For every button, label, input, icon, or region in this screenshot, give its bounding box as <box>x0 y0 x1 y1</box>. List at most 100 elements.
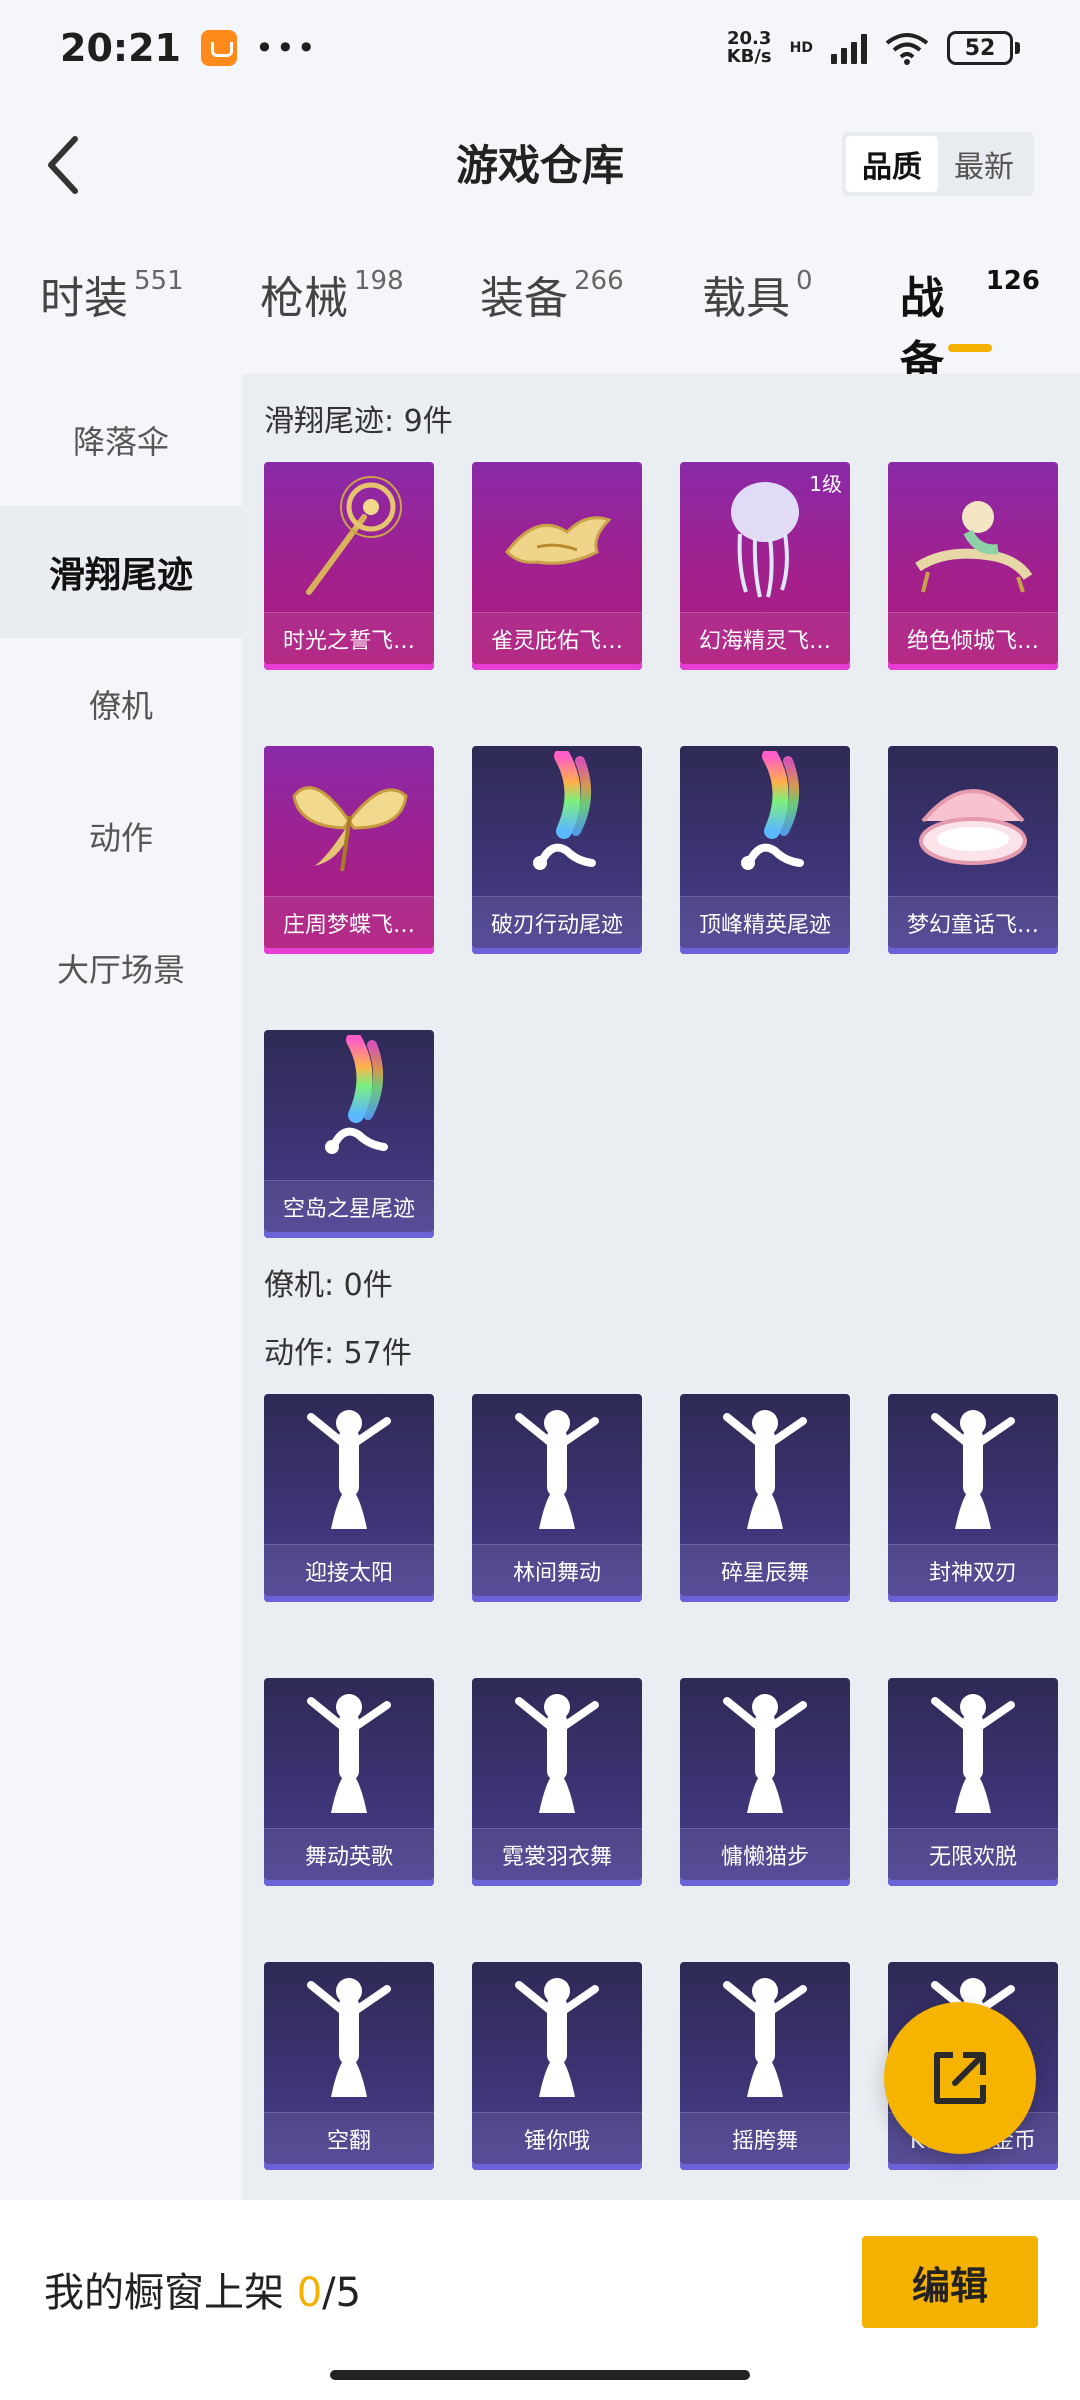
showcase-status: 我的橱窗上架 0/5 <box>44 2260 361 2318</box>
showcase-count: 0 <box>296 2270 323 2316</box>
item-card[interactable]: 雀灵庇佑飞… <box>472 462 642 670</box>
item-name: 摇胯舞 <box>680 2112 850 2164</box>
item-card[interactable]: 碎星辰舞 <box>680 1394 850 1602</box>
wifi-icon <box>885 33 929 65</box>
item-name: 舞动英歌 <box>264 1828 434 1880</box>
battery-level: 52 <box>964 35 996 61</box>
item-name: 破刃行动尾迹 <box>472 896 642 948</box>
sidebar-item-glide-trail[interactable]: 滑翔尾迹 <box>0 506 242 638</box>
item-name: 梦幻童话飞… <box>888 896 1058 948</box>
item-card[interactable]: 庄周梦蝶飞… <box>264 746 434 954</box>
tab-label: 枪械 <box>260 273 348 324</box>
item-card[interactable]: 破刃行动尾迹 <box>472 746 642 954</box>
tab-count: 198 <box>354 266 404 296</box>
sort-newest-option[interactable]: 最新 <box>938 136 1030 192</box>
shopping-app-icon <box>200 30 237 66</box>
item-name: 无限欢脱 <box>888 1828 1058 1880</box>
share-button[interactable] <box>884 2002 1036 2154</box>
category-tabs: 时装 551 枪械 198 装备 266 载具 0 战备 126 <box>0 262 1080 388</box>
showcase-total: /5 <box>322 2270 362 2316</box>
active-tab-indicator <box>948 344 992 352</box>
item-name: 顶峰精英尾迹 <box>680 896 850 948</box>
network-speed-unit: KB/s <box>726 46 772 67</box>
item-card[interactable]: 空翻 <box>264 1962 434 2170</box>
dance-figure-icon <box>264 1394 434 1544</box>
dance-figure-icon <box>680 1678 850 1828</box>
item-card[interactable]: 1级 幻海精灵飞… <box>680 462 850 670</box>
item-card[interactable]: 顶峰精英尾迹 <box>680 746 850 954</box>
glide-trail-grid: 时光之誓飞… 雀灵庇佑飞… 1级 幻海精灵飞… 绝色倾城飞… 庄周梦蝶飞… 破刃行动尾迹 顶峰… <box>264 462 1080 1238</box>
item-card[interactable]: 空岛之星尾迹 <box>264 1030 434 1238</box>
edit-button[interactable]: 编辑 <box>862 2236 1038 2328</box>
sidebar-item-emotes[interactable]: 动作 <box>0 770 242 902</box>
tab-count: 551 <box>134 266 184 296</box>
rainbow-trail-icon <box>472 746 642 896</box>
item-name: 空岛之星尾迹 <box>264 1180 434 1232</box>
item-name: 锤你哦 <box>472 2112 642 2164</box>
item-card[interactable]: 梦幻童话飞… <box>888 746 1058 954</box>
item-name: 幻海精灵飞… <box>680 612 850 664</box>
item-card[interactable]: 迎接太阳 <box>264 1394 434 1602</box>
item-name: 霓裳羽衣舞 <box>472 1828 642 1880</box>
butterfly-icon <box>264 746 434 896</box>
sort-toggle: 品质 最新 <box>842 132 1034 196</box>
chaise-icon <box>888 462 1058 612</box>
tab-equipment[interactable]: 装备 266 <box>480 262 702 352</box>
status-indicators: 20.3 KB/s HD 52 <box>727 30 1020 66</box>
tab-vehicles[interactable]: 载具 0 <box>702 262 900 352</box>
sidebar-item-lobby-scene[interactable]: 大厅场景 <box>0 902 242 1034</box>
dance-figure-icon <box>472 1394 642 1544</box>
tab-label: 时装 <box>40 273 128 324</box>
dance-figure-icon <box>264 1962 434 2112</box>
item-card[interactable]: 舞动英歌 <box>264 1678 434 1886</box>
item-name: 庄周梦蝶飞… <box>264 896 434 948</box>
item-card[interactable]: 时光之誓飞… <box>264 462 434 670</box>
showcase-label: 我的橱窗上架 <box>44 2270 284 2316</box>
glide-section-title: 滑翔尾迹: 9件 <box>264 404 453 439</box>
tab-label: 载具 <box>702 273 790 324</box>
item-card[interactable]: 锤你哦 <box>472 1962 642 2170</box>
dance-figure-icon <box>680 1394 850 1544</box>
item-card[interactable]: 慵懒猫步 <box>680 1678 850 1886</box>
battery-icon: 52 <box>947 31 1020 65</box>
more-notifications-icon: ••• <box>254 29 318 67</box>
home-indicator[interactable] <box>330 2370 750 2380</box>
dance-figure-icon <box>472 1962 642 2112</box>
item-content: 滑翔尾迹: 9件 时光之誓飞… 雀灵庇佑飞… 1级 幻海精灵飞… 绝色倾城飞… 庄周梦蝶飞… <box>242 374 1080 2200</box>
tab-firearms[interactable]: 枪械 198 <box>260 262 480 352</box>
tab-label: 战备 <box>900 273 944 388</box>
dance-figure-icon <box>888 1678 1058 1828</box>
hd-indicator: HD <box>789 40 813 56</box>
item-name: 慵懒猫步 <box>680 1828 850 1880</box>
golden-bird-icon <box>472 462 642 612</box>
share-icon <box>934 2052 986 2104</box>
item-name: 林间舞动 <box>472 1544 642 1596</box>
tab-battle-prep[interactable]: 战备 126 <box>900 262 1040 388</box>
rainbow-trail-icon <box>264 1030 434 1180</box>
chevron-left-icon <box>48 136 78 194</box>
item-name: 空翻 <box>264 2112 434 2164</box>
item-card[interactable]: 林间舞动 <box>472 1394 642 1602</box>
emote-section-title: 动作: 57件 <box>264 1336 412 1371</box>
tab-fashion[interactable]: 时装 551 <box>40 262 260 352</box>
item-card[interactable]: 霓裳羽衣舞 <box>472 1678 642 1886</box>
item-card[interactable]: 封神双刃 <box>888 1394 1058 1602</box>
dance-figure-icon <box>680 1962 850 2112</box>
item-card[interactable]: 摇胯舞 <box>680 1962 850 2170</box>
header: 游戏仓库 品质 最新 <box>0 110 1080 220</box>
item-card[interactable]: 绝色倾城飞… <box>888 462 1058 670</box>
sort-quality-option[interactable]: 品质 <box>846 136 938 192</box>
back-button[interactable] <box>28 130 98 200</box>
status-bar: 20:21 ••• 20.3 KB/s HD 52 <box>0 0 1080 96</box>
dance-figure-icon <box>264 1678 434 1828</box>
sidebar-item-parachute[interactable]: 降落伞 <box>0 374 242 506</box>
item-card[interactable]: 无限欢脱 <box>888 1678 1058 1886</box>
dance-figure-icon <box>472 1678 642 1828</box>
item-name: 碎星辰舞 <box>680 1544 850 1596</box>
tab-count: 266 <box>574 266 624 296</box>
sidebar-item-wingman[interactable]: 僚机 <box>0 638 242 770</box>
tab-count: 126 <box>985 266 1040 296</box>
item-name: 封神双刃 <box>888 1544 1058 1596</box>
fairy-bed-icon <box>888 746 1058 896</box>
scepter-icon <box>264 462 434 612</box>
